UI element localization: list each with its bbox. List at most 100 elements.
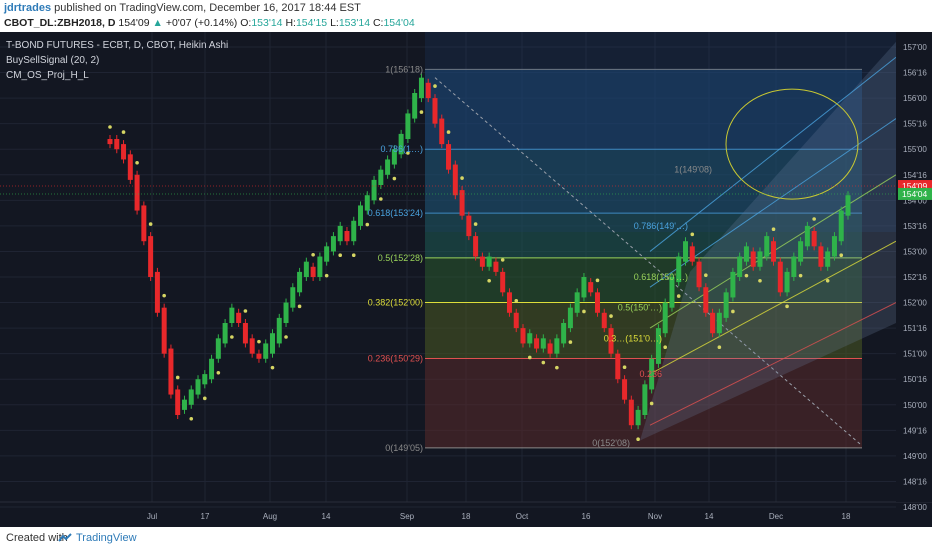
price-tick-label: 148'00 [903, 503, 927, 512]
signal-dot [541, 360, 546, 365]
signal-dot [230, 335, 234, 339]
author-link[interactable]: jdrtrades [4, 2, 51, 14]
fib-level-label: 1(156'18) [385, 64, 423, 74]
candle-body [202, 374, 208, 385]
time-tick-label: 14 [705, 512, 714, 521]
signal-dot [527, 355, 532, 360]
signal-dot [284, 335, 288, 339]
signal-dot [690, 232, 695, 237]
candle-body [831, 236, 837, 257]
candle-body [750, 251, 756, 267]
candle-body [317, 256, 323, 277]
signal-dot [555, 365, 559, 370]
candle-body [425, 82, 431, 99]
signal-dot [460, 176, 464, 180]
signal-dot [717, 345, 722, 350]
candle-body [825, 251, 831, 267]
signal-dot [419, 110, 424, 114]
signal-dot [731, 309, 735, 314]
last-price: 154'09 [118, 17, 150, 29]
indicator-proj[interactable]: CM_OS_Proj_H_L [6, 70, 89, 81]
candle-body [452, 164, 458, 196]
candle-body [330, 236, 336, 252]
price-tick-label: 154'16 [903, 171, 927, 180]
candle-body [628, 399, 634, 426]
time-tick-label: Aug [263, 512, 277, 521]
symbol-line: CBOT_DL:ZBH2018, D 154'09 ▲ +0'07 (+0.14… [4, 17, 415, 29]
candle-body [371, 179, 377, 201]
candle-body [683, 241, 689, 262]
footer: Created with TradingView [0, 527, 932, 550]
signal-dot [338, 253, 343, 258]
signal-dot [676, 294, 681, 298]
price-tick-label: 152'00 [903, 299, 927, 308]
price-tick-label: 155'00 [903, 145, 927, 154]
signal-dot [825, 278, 830, 283]
signal-dot [649, 401, 654, 406]
candle-body [757, 251, 763, 267]
signal-dot [121, 130, 126, 134]
candle-body [242, 323, 248, 344]
signal-dot [202, 396, 207, 401]
candle-body [195, 379, 201, 395]
candle-body [439, 118, 445, 145]
signal-dot [839, 253, 844, 258]
candle-body [222, 323, 228, 344]
candle-body [594, 292, 600, 313]
price-tag-label: 154'04 [902, 189, 928, 199]
candle-body [500, 271, 506, 293]
signal-dot [568, 340, 573, 344]
time-tick-label: Dec [769, 512, 783, 521]
candle-body [466, 215, 472, 237]
low-label: L: [330, 17, 339, 29]
candle-body [432, 98, 438, 124]
low-value: 153'14 [338, 17, 371, 29]
time-tick-label: Oct [516, 512, 529, 521]
price-tick-label: 149'00 [903, 452, 927, 461]
chart-title: T-BOND FUTURES - ECBT, D, CBOT, Heikin A… [6, 40, 228, 51]
candle-body [527, 333, 533, 344]
signal-dot [622, 365, 627, 370]
signal-dot [798, 273, 803, 278]
candle-body [588, 282, 594, 293]
fib-level-label: 0.618(153'24) [368, 208, 423, 218]
indicator-buysell[interactable]: BuySellSignal (20, 2) [6, 55, 99, 66]
candle-body [479, 256, 485, 267]
signal-dot [473, 222, 478, 226]
candle-body [215, 338, 221, 359]
tradingview-brand[interactable]: TradingView [76, 532, 137, 544]
candle-body [283, 302, 289, 323]
candle-body [696, 261, 702, 288]
tradingview-logo-icon [58, 531, 74, 549]
candle-body [581, 277, 587, 298]
candle-body [121, 144, 127, 160]
signal-dot [446, 130, 451, 134]
candle-body [804, 225, 810, 247]
candle-body [737, 256, 743, 277]
up-arrow-icon: ▲ [152, 17, 163, 29]
candle-body [622, 379, 628, 400]
candle-body [689, 246, 695, 262]
signal-dot [108, 125, 112, 129]
open-value: 153'14 [251, 17, 283, 29]
close-label: C: [372, 17, 384, 29]
candle-body [337, 225, 343, 242]
candle-body [181, 399, 187, 410]
candle-body [703, 287, 709, 313]
candle-body [297, 271, 303, 293]
candle-body [344, 231, 350, 242]
candle-body [723, 292, 729, 318]
candle-body [249, 338, 255, 354]
candle-body [784, 271, 790, 293]
candle-body [209, 358, 215, 380]
candle-body [290, 287, 296, 308]
price-chart[interactable]: 1(156'18) 0.786(1…) 0.618(153'24) 0.5(152'2… [0, 32, 932, 527]
candle-body [276, 317, 282, 344]
open-label: O: [240, 17, 252, 29]
price-tick-label: 157'00 [903, 43, 927, 52]
candle-body [385, 159, 391, 175]
price-tick-label: 153'16 [903, 222, 927, 231]
fib-level-label: 0.236(150'29) [368, 353, 423, 363]
fib2-level-label: 0.3…(151'0…) [604, 333, 662, 343]
candle-body [798, 241, 804, 262]
